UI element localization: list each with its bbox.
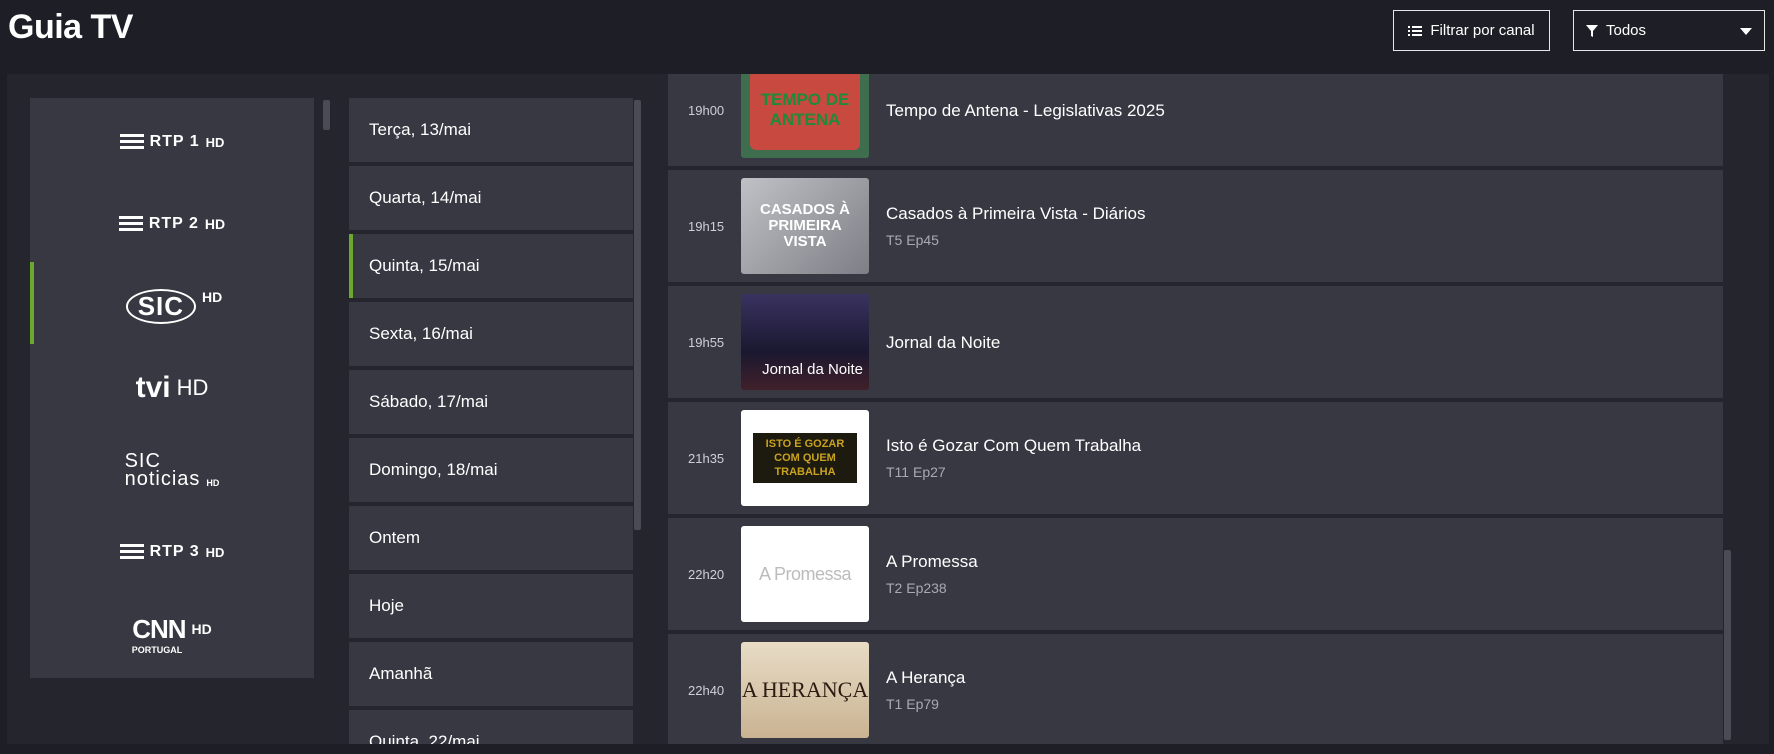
program-episode: T2 Ep238: [886, 580, 947, 596]
hd-label: HD: [176, 375, 209, 400]
thumbnail-text: Jornal da Noite: [762, 361, 863, 378]
category-select-value: Todos: [1606, 22, 1647, 39]
program-time: 19h55: [688, 334, 725, 350]
channel-logo-text: RTP 3: [149, 543, 200, 560]
program-title: Casados à Primeira Vista - Diários: [886, 204, 1146, 223]
program-time: 21h35: [688, 450, 725, 466]
channel-logo-text: SIC noticias: [124, 450, 201, 490]
filter-button-label: Filtrar por canal: [1430, 22, 1535, 39]
channel-logo-text: SIC: [125, 288, 197, 324]
channel-logo-text: tvi: [135, 371, 171, 404]
day-item[interactable]: Sábado, 17/mai: [349, 370, 633, 434]
thumbnail-text: ISTO É GOZAR COM QUEM TRABALHA: [753, 433, 857, 483]
day-item[interactable]: Hoje: [349, 574, 633, 638]
day-list-scrollbar[interactable]: [634, 100, 641, 530]
program-row[interactable]: 19h55 Jornal da Noite Jornal da Noite: [668, 286, 1723, 398]
channel-item-sic[interactable]: SIC HD: [30, 262, 314, 350]
program-title: A Promessa: [886, 552, 978, 571]
channel-item-rtp3[interactable]: RTP 3 HD: [30, 508, 314, 596]
day-item[interactable]: Terça, 13/mai: [349, 98, 633, 162]
hd-label: HD: [191, 621, 212, 637]
day-item[interactable]: Domingo, 18/mai: [349, 438, 633, 502]
sic-logo: SIC HD: [125, 288, 223, 324]
list-icon: [1408, 25, 1423, 36]
category-select[interactable]: Todos: [1573, 10, 1765, 51]
rtp3-logo: RTP 3 HD: [119, 543, 225, 561]
day-item[interactable]: Quarta, 14/mai: [349, 166, 633, 230]
program-list[interactable]: 19h00 TEMPO DE ANTENA Tempo de Antena - …: [668, 74, 1730, 744]
hd-label: HD: [206, 478, 220, 488]
program-episode: T11 Ep27: [886, 464, 946, 480]
program-list-scrollbar[interactable]: [1724, 550, 1731, 740]
channel-sub-label: PORTUGAL: [131, 644, 183, 655]
channel-item-sic-noticias[interactable]: SIC noticias HD: [30, 426, 314, 514]
page-title: Guia TV: [8, 8, 133, 46]
channel-list[interactable]: RTP 1 HD RTP 2 HD SIC HD tvi HD SIC noti…: [30, 98, 330, 744]
channel-item-rtp2[interactable]: RTP 2 HD: [30, 180, 314, 268]
filter-by-channel-button[interactable]: Filtrar por canal: [1393, 10, 1550, 51]
rtp-stripes-icon: [119, 544, 144, 559]
day-item[interactable]: Ontem: [349, 506, 633, 570]
channel-list-scrollbar[interactable]: [323, 100, 330, 130]
hd-label: HD: [202, 288, 223, 305]
funnel-icon: [1586, 24, 1598, 37]
hd-label: HD: [205, 134, 225, 150]
program-thumbnail: ISTO É GOZAR COM QUEM TRABALHA: [741, 410, 869, 506]
rtp-stripes-icon: [119, 134, 144, 149]
day-item[interactable]: Sexta, 16/mai: [349, 302, 633, 366]
thumbnail-text: TEMPO DE ANTENA: [750, 74, 860, 150]
program-thumbnail: CASADOS À PRIMEIRA VISTA: [741, 178, 869, 274]
rtp-stripes-icon: [118, 216, 143, 231]
hd-label: HD: [205, 544, 225, 560]
thumbnail-text: A HERANÇA: [741, 677, 869, 702]
day-item[interactable]: Amanhã: [349, 642, 633, 706]
program-time: 19h15: [688, 218, 725, 234]
program-thumbnail: A Promessa: [741, 526, 869, 622]
program-title: Tempo de Antena - Legislativas 2025: [886, 101, 1165, 120]
guide-panel: RTP 1 HD RTP 2 HD SIC HD tvi HD SIC noti…: [7, 74, 1769, 744]
program-row[interactable]: 21h35 ISTO É GOZAR COM QUEM TRABALHA Ist…: [668, 402, 1723, 514]
program-title: A Herança: [886, 668, 966, 687]
program-thumbnail: Jornal da Noite: [741, 294, 869, 390]
channel-logo-text: RTP 1: [149, 133, 200, 150]
program-title: Jornal da Noite: [886, 333, 1001, 352]
thumbnail-text: CASADOS À PRIMEIRA VISTA: [759, 201, 850, 250]
cnn-logo: CNN HD PORTUGAL: [132, 614, 213, 655]
program-episode: T1 Ep79: [886, 696, 939, 712]
channel-item-tvi[interactable]: tvi HD: [30, 344, 314, 432]
hd-label: HD: [204, 216, 226, 232]
program-title: Isto é Gozar Com Quem Trabalha: [886, 436, 1142, 455]
tvi-logo: tvi HD: [136, 371, 209, 405]
sic-noticias-logo: SIC noticias HD: [124, 450, 220, 490]
thumbnail-text: A Promessa: [758, 563, 852, 584]
rtp2-logo: RTP 2 HD: [118, 215, 226, 233]
channel-item-cnn[interactable]: CNN HD PORTUGAL: [30, 590, 314, 678]
program-thumbnail: TEMPO DE ANTENA: [741, 74, 869, 158]
day-item-selected[interactable]: Quinta, 15/mai: [349, 234, 633, 298]
day-item[interactable]: Quinta, 22/mai: [349, 710, 633, 744]
program-row[interactable]: 22h40 A HERANÇA A Herança T1 Ep79: [668, 634, 1723, 744]
program-thumbnail: A HERANÇA: [741, 642, 869, 738]
program-time: 22h40: [688, 682, 725, 698]
program-episode: T5 Ep45: [886, 232, 939, 248]
program-row[interactable]: 22h20 A Promessa A Promessa T2 Ep238: [668, 518, 1723, 630]
program-time: 19h00: [688, 102, 725, 118]
channel-logo-text: CNN: [132, 613, 186, 644]
channel-item-rtp1[interactable]: RTP 1 HD: [30, 98, 314, 186]
channel-logo-text: RTP 2: [148, 215, 199, 232]
program-row[interactable]: 19h15 CASADOS À PRIMEIRA VISTA Casados à…: [668, 170, 1723, 282]
day-list[interactable]: Terça, 13/mai Quarta, 14/mai Quinta, 15/…: [349, 98, 639, 744]
program-row[interactable]: 19h00 TEMPO DE ANTENA Tempo de Antena - …: [668, 74, 1723, 166]
top-bar: Guia TV Filtrar por canal Todos: [0, 0, 1774, 74]
program-time: 22h20: [688, 566, 725, 582]
chevron-down-icon: [1740, 28, 1752, 35]
rtp1-logo: RTP 1 HD: [119, 133, 225, 151]
